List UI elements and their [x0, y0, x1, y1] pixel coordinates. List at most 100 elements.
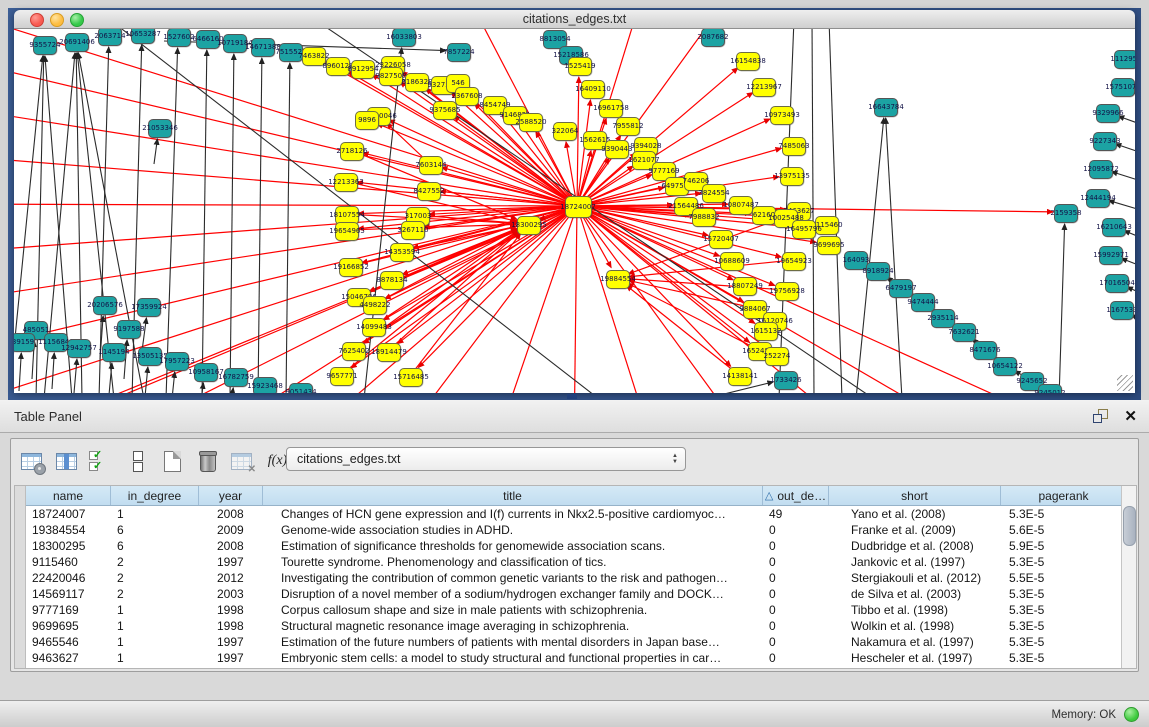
graph-node[interactable]: 2935114	[931, 309, 955, 328]
graph-node[interactable]: 15716485	[399, 368, 423, 387]
graph-node[interactable]: 19166852	[339, 258, 363, 277]
graph-node[interactable]: 1615132	[754, 322, 778, 341]
graph-node[interactable]: 9657771	[330, 367, 354, 386]
graph-node[interactable]: 8427552	[417, 182, 441, 201]
column-header-short[interactable]: short	[829, 486, 1001, 505]
graph-node[interactable]: 9896	[355, 111, 379, 130]
graph-node[interactable]: 19654923	[782, 252, 806, 271]
column-header-out_de[interactable]: △out_de…	[763, 486, 829, 505]
table-row[interactable]: 946554611997Estimation of the future num…	[26, 634, 1127, 650]
graph-node[interactable]: 8186328	[405, 73, 429, 92]
graph-node[interactable]: 7625402	[342, 342, 366, 361]
graph-node[interactable]: 14353594	[390, 243, 414, 262]
float-panel-icon[interactable]	[1093, 409, 1108, 423]
graph-node[interactable]: 12095872	[1089, 160, 1113, 179]
resize-grip[interactable]	[1117, 375, 1133, 391]
graph-node[interactable]: 322064	[553, 122, 577, 141]
table-selector-dropdown[interactable]: citations_edges.txt ▲▼	[286, 447, 686, 471]
graph-node[interactable]: 16154838	[736, 52, 760, 71]
graph-node[interactable]: 252274	[765, 347, 789, 366]
graph-node[interactable]: 1527602	[167, 29, 191, 47]
graph-node[interactable]: 10807487	[729, 196, 753, 215]
graph-node[interactable]: 2718126	[340, 142, 364, 161]
graph-node[interactable]: 14099483	[362, 318, 386, 337]
graph-node[interactable]: 17016504	[1105, 274, 1129, 293]
graph-node[interactable]: 18724007	[565, 196, 592, 218]
graph-node[interactable]: 13975135	[780, 167, 804, 186]
close-window-button[interactable]	[30, 13, 44, 27]
graph-node[interactable]: 2087682	[701, 29, 725, 47]
graph-node[interactable]: 1145194	[102, 343, 126, 362]
graph-node[interactable]: 20691406	[65, 33, 89, 52]
graph-node[interactable]: 8918924	[866, 262, 890, 281]
graph-node[interactable]: 12444194	[1086, 189, 1110, 208]
table-scrollbar-thumb[interactable]	[1123, 506, 1136, 546]
graph-node[interactable]: 14671388	[251, 38, 275, 57]
delete-table-icon[interactable]	[194, 448, 221, 475]
column-header-name[interactable]: name	[26, 486, 111, 505]
graph-node[interactable]: 1112954	[1114, 50, 1135, 69]
minimize-window-button[interactable]	[50, 13, 64, 27]
graph-node[interactable]: 7603144	[419, 156, 443, 175]
table-row[interactable]: 1830029562008Estimation of significance …	[26, 538, 1127, 554]
graph-node[interactable]: 9827508	[379, 67, 403, 86]
graph-node[interactable]: 16495796	[792, 220, 816, 239]
table-row[interactable]: 977716911998Corpus callosum shape and si…	[26, 602, 1127, 618]
graph-node[interactable]: 9051434	[289, 383, 313, 394]
graph-node[interactable]: 18914479	[377, 343, 401, 362]
graph-node[interactable]: 10958167	[194, 363, 218, 382]
graph-node[interactable]: 18300295	[517, 216, 541, 235]
graph-node[interactable]: 9474444	[911, 293, 935, 312]
graph-node[interactable]: 18807249	[733, 277, 757, 296]
graph-node[interactable]: 8471676	[973, 341, 997, 360]
select-column-icon[interactable]	[54, 448, 81, 475]
select-rows-icon[interactable]: ✓ ✓	[89, 448, 116, 475]
graph-node[interactable]: 10973493	[770, 106, 794, 125]
graph-node[interactable]: 2063714	[98, 29, 122, 46]
graph-node[interactable]: 19884554	[606, 270, 630, 289]
window-titlebar[interactable]: citations_edges.txt	[14, 10, 1135, 29]
table-row[interactable]: 969969511998Structural magnetic resonanc…	[26, 618, 1127, 634]
network-canvas[interactable]: 9355724206914062063714106532871527602646…	[14, 29, 1135, 393]
graph-node[interactable]: 16643784	[874, 98, 898, 117]
graph-node[interactable]: 21053346	[148, 119, 172, 138]
graph-node[interactable]: 7955812	[616, 117, 640, 136]
graph-node[interactable]: 3824554	[702, 184, 726, 203]
graph-node[interactable]: 2588520	[519, 113, 543, 132]
close-panel-icon[interactable]: ✕	[1124, 409, 1137, 424]
graph-node[interactable]: 12213363	[334, 173, 358, 192]
column-header-title[interactable]: title	[263, 486, 763, 505]
graph-node[interactable]: 9329966	[1096, 104, 1120, 123]
graph-node[interactable]: 7988832	[692, 208, 716, 227]
table-row[interactable]: 1872400712008Changes of HCN gene express…	[26, 506, 1127, 522]
graph-node[interactable]: 14138141	[728, 367, 752, 386]
graph-node[interactable]: 16782759	[224, 368, 248, 387]
table-row[interactable]: 2242004622012Investigating the contribut…	[26, 570, 1127, 586]
graph-node[interactable]: 15923468	[253, 377, 277, 394]
graph-node[interactable]: 9355724	[33, 36, 57, 55]
graph-node[interactable]: 15751074	[1111, 78, 1135, 97]
graph-node[interactable]: 7857224	[447, 43, 471, 62]
graph-node[interactable]: 10688609	[720, 252, 744, 271]
table-row[interactable]: 946362711997Embryonic stem cells: a mode…	[26, 650, 1127, 666]
graph-node[interactable]: 39159	[14, 333, 35, 352]
graph-node[interactable]: 8960128	[326, 57, 350, 76]
graph-node[interactable]: 10653287	[131, 29, 155, 44]
graph-node[interactable]: 10719184	[223, 34, 247, 53]
graph-node[interactable]: 9227343	[1093, 132, 1117, 151]
graph-node[interactable]: 19756928	[775, 282, 799, 301]
graph-node[interactable]: 2159358	[1054, 204, 1078, 223]
panel-splitter-handle[interactable]	[567, 394, 577, 399]
graph-node[interactable]: 7485063	[782, 137, 806, 156]
graph-node[interactable]: 9197588	[117, 320, 141, 339]
graph-node[interactable]: 17957223	[165, 352, 189, 371]
graph-node[interactable]: 8912954	[351, 60, 375, 79]
stack-rows-icon[interactable]	[124, 448, 151, 475]
graph-node[interactable]: 6479197	[889, 279, 913, 298]
column-header-pagerank[interactable]: pagerank	[1001, 486, 1127, 505]
table-scrollbar[interactable]	[1121, 486, 1136, 668]
graph-node[interactable]: 16961758	[599, 99, 623, 118]
graph-node[interactable]: 9390443	[605, 140, 629, 159]
graph-node[interactable]: 1733426	[774, 371, 798, 390]
graph-node[interactable]: 19654965	[335, 222, 359, 241]
